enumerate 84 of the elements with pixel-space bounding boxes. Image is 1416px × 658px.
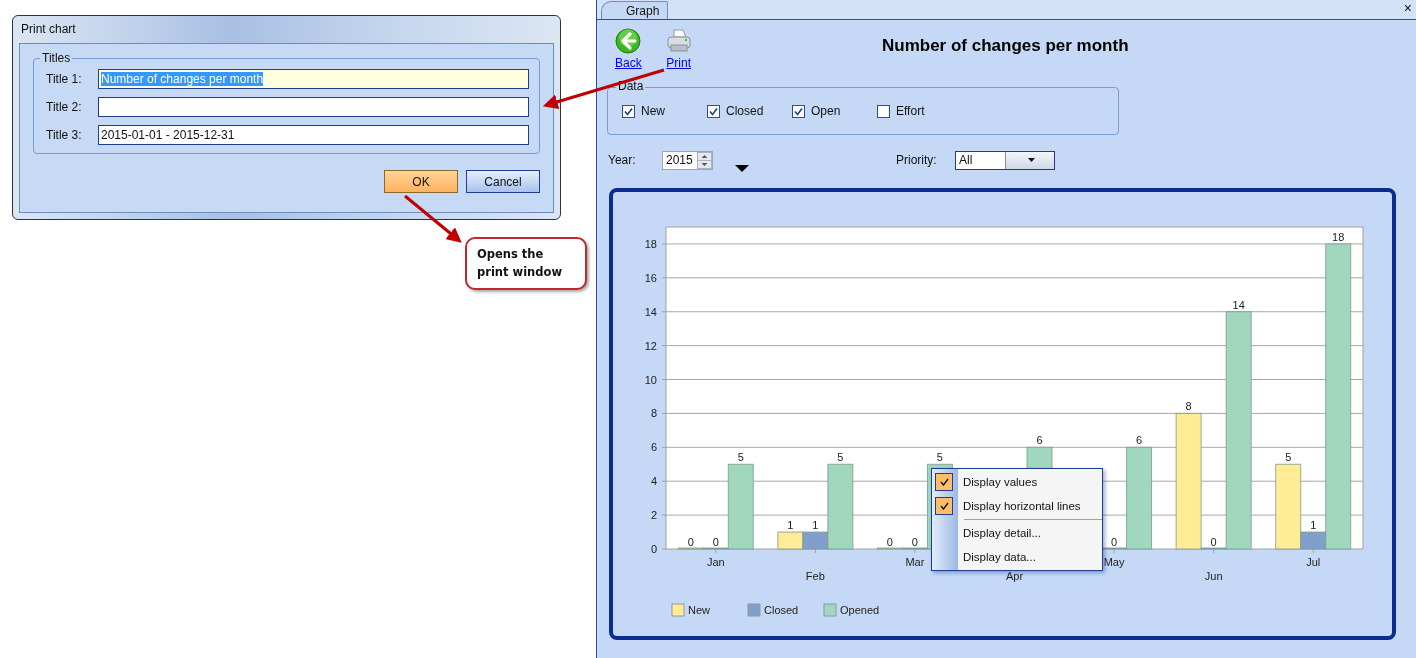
axis-label: 6 bbox=[650, 441, 657, 454]
check-icon bbox=[794, 106, 803, 116]
value-label: 0 bbox=[911, 536, 918, 548]
value-label: 8 bbox=[1185, 400, 1192, 413]
value-label: 0 bbox=[1210, 536, 1217, 548]
input-field[interactable]: 2015-01-01 - 2015-12-31 bbox=[98, 125, 529, 145]
spinner-arrows-icon bbox=[697, 151, 712, 169]
value-label: 5 bbox=[837, 451, 844, 464]
legend-label: Closed bbox=[764, 604, 799, 616]
axis-label: Feb bbox=[805, 570, 825, 582]
axis-label: Apr bbox=[1005, 570, 1024, 582]
field-label: Title 3: bbox=[46, 128, 83, 142]
chart-title: Number of changes per month bbox=[882, 36, 1129, 56]
value-label: 5 bbox=[1285, 451, 1292, 464]
group-label: Titles bbox=[40, 51, 73, 65]
window-title: Print chart bbox=[20, 21, 77, 38]
legend-swatch bbox=[823, 603, 837, 617]
priority-label: Priority: bbox=[896, 153, 938, 167]
value-label: 1 bbox=[812, 519, 819, 532]
check-icon bbox=[939, 502, 949, 510]
check-icon bbox=[939, 478, 949, 486]
checkbox[interactable]: Open bbox=[792, 104, 877, 118]
input-field[interactable] bbox=[98, 97, 529, 117]
checkbox[interactable]: New bbox=[622, 104, 707, 118]
field-label: Title 1: bbox=[46, 72, 83, 86]
axis-label: 0 bbox=[650, 543, 657, 555]
value-label: 0 bbox=[687, 536, 694, 548]
legend-swatch bbox=[671, 603, 685, 617]
callout: Opens the print window bbox=[465, 237, 587, 290]
axis-label: Jan bbox=[706, 556, 725, 568]
checkbox-label: Closed bbox=[726, 104, 764, 118]
checkbox-label: New bbox=[641, 104, 665, 118]
printer-icon bbox=[665, 28, 692, 54]
value-label: 0 bbox=[1111, 536, 1118, 548]
menu-item[interactable]: Display detail... bbox=[932, 521, 1102, 545]
toolbar-link[interactable]: Back bbox=[615, 28, 642, 78]
checkbox-label: Effort bbox=[896, 104, 925, 118]
value-label: 0 bbox=[886, 536, 893, 548]
bar bbox=[777, 531, 804, 550]
menu-item[interactable]: Display horizontal lines bbox=[932, 494, 1102, 518]
menu-item[interactable]: Display values bbox=[932, 470, 1102, 494]
cancel-button[interactable]: Cancel bbox=[466, 170, 540, 193]
value-label: 1 bbox=[1310, 519, 1317, 532]
check-icon bbox=[709, 106, 718, 116]
value-label: 18 bbox=[1332, 230, 1345, 243]
menu-item[interactable]: Display data... bbox=[932, 545, 1102, 569]
axis-label: 14 bbox=[644, 305, 657, 318]
axis-label: Jul bbox=[1306, 556, 1321, 568]
checkbox[interactable]: Effort bbox=[877, 104, 962, 118]
checkbox[interactable]: Closed bbox=[707, 104, 792, 118]
value-label: 5 bbox=[936, 451, 943, 464]
legend-swatch bbox=[747, 603, 761, 617]
checkbox-label: Open bbox=[811, 104, 841, 118]
legend-label: New bbox=[688, 604, 710, 616]
axis-label: 2 bbox=[650, 509, 657, 522]
arrow bbox=[404, 194, 462, 243]
toolbar-link[interactable]: Print bbox=[665, 28, 692, 78]
value-label: 6 bbox=[1136, 434, 1143, 447]
year-label: Year: bbox=[608, 153, 637, 167]
tab[interactable]: Graph bbox=[601, 1, 669, 19]
axis-label: 10 bbox=[644, 373, 657, 386]
axis-label: 18 bbox=[644, 237, 657, 250]
value-label: 0 bbox=[712, 536, 719, 548]
priority-dropdown[interactable]: All bbox=[955, 150, 1055, 170]
axis-label: 4 bbox=[650, 475, 657, 488]
value-label: 6 bbox=[1036, 434, 1043, 447]
axis-label: 8 bbox=[650, 407, 657, 420]
triangle-icon bbox=[735, 165, 749, 172]
year-spinner[interactable]: 2015 bbox=[662, 150, 713, 170]
axis-label: 12 bbox=[644, 339, 657, 352]
value-label: 14 bbox=[1232, 298, 1245, 311]
close-button[interactable]: × bbox=[1403, 0, 1412, 16]
back-icon bbox=[615, 28, 642, 54]
value-label: 1 bbox=[787, 519, 794, 532]
axis-label: May bbox=[1103, 556, 1125, 568]
dropdown-arrow-icon bbox=[1027, 158, 1035, 162]
axis-label: Mar bbox=[905, 556, 925, 568]
value-label: 5 bbox=[737, 451, 744, 464]
legend-label: Opened bbox=[840, 604, 880, 616]
field-label: Title 2: bbox=[46, 100, 83, 114]
axis-label: 16 bbox=[644, 271, 657, 284]
axis-label: Jun bbox=[1204, 570, 1223, 582]
ok-button[interactable]: OK bbox=[384, 170, 458, 193]
check-icon bbox=[624, 106, 633, 116]
